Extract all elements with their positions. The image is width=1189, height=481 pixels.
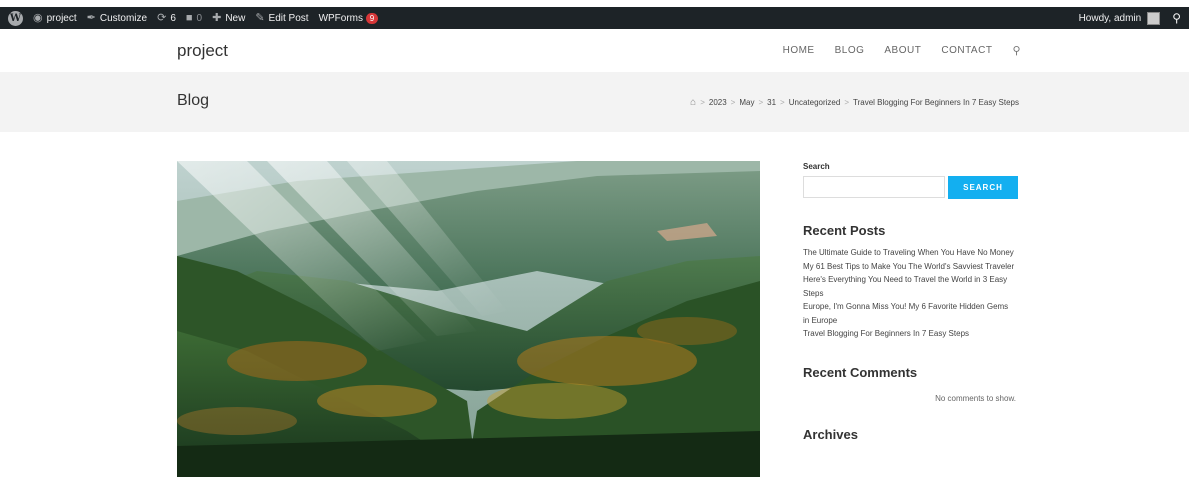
new-label: New: [225, 12, 246, 24]
breadcrumb-day[interactable]: 31: [767, 98, 776, 107]
sidebar: Search SEARCH Recent Posts The Ultimate …: [803, 160, 1018, 442]
comments-count: 0: [196, 12, 203, 24]
nav-item-home[interactable]: HOME: [783, 45, 815, 56]
search-button[interactable]: SEARCH: [948, 176, 1018, 199]
no-comments-message: No comments to show.: [935, 393, 1016, 403]
pencil-icon: ✎: [255, 11, 265, 24]
recent-post-link[interactable]: My 61 Best Tips to Make You The World's …: [803, 260, 1015, 274]
customize-label: Customize: [99, 12, 148, 24]
updates-icon: ⟳: [157, 11, 167, 24]
new-content-menu[interactable]: ✚ New: [212, 11, 246, 24]
wpforms-notification-badge: 9: [366, 12, 379, 24]
breadcrumb-current: Travel Blogging For Beginners In 7 Easy …: [852, 98, 1019, 107]
page-title: Blog: [177, 92, 210, 109]
home-icon[interactable]: ⌂: [690, 97, 696, 108]
comment-icon: ■: [185, 11, 193, 24]
avatar: [1147, 11, 1161, 25]
search-widget-label: Search: [803, 162, 830, 171]
recent-post-link[interactable]: Here's Everything You Need to Travel the…: [803, 273, 1015, 300]
recent-post-link[interactable]: The Ultimate Guide to Traveling When You…: [803, 246, 1015, 260]
updates-count: 6: [170, 12, 176, 24]
wp-logo-menu[interactable]: W: [8, 10, 23, 26]
breadcrumb-separator: >: [700, 98, 705, 107]
breadcrumb-separator: >: [758, 98, 764, 107]
site-name-label: project: [46, 12, 77, 24]
admin-bar: W ◉ project ✒ Customize ⟳ 6 ■ 0 ✚ New ✎ …: [0, 7, 1189, 29]
nav-item-blog[interactable]: BLOG: [835, 45, 865, 56]
breadcrumb-year[interactable]: 2023: [709, 98, 727, 107]
wpforms-label: WPForms: [318, 12, 364, 24]
archives-title: Archives: [803, 426, 858, 442]
search-input[interactable]: [803, 176, 945, 198]
dashboard-icon: ◉: [33, 11, 43, 24]
plus-icon: ✚: [212, 11, 222, 24]
howdy-label: Howdy, admin: [1078, 12, 1142, 24]
site-title[interactable]: project: [177, 41, 228, 61]
search-icon[interactable]: ⚲: [1172, 11, 1181, 25]
brush-icon: ✒: [86, 11, 96, 24]
wordpress-logo-icon: W: [8, 10, 23, 26]
nav-search-icon[interactable]: ⚲: [1012, 44, 1021, 57]
breadcrumb-category[interactable]: Uncategorized: [789, 98, 841, 107]
recent-comments-title: Recent Comments: [803, 364, 918, 380]
featured-image[interactable]: [177, 161, 760, 477]
site-name-menu[interactable]: ◉ project: [33, 11, 77, 24]
edit-post-link[interactable]: ✎ Edit Post: [255, 11, 309, 24]
wpforms-menu[interactable]: WPForms 9: [318, 12, 379, 24]
customize-link[interactable]: ✒ Customize: [86, 11, 148, 24]
breadcrumb-separator: >: [780, 98, 785, 107]
recent-post-link[interactable]: Travel Blogging For Beginners In 7 Easy …: [803, 327, 1015, 341]
edit-post-label: Edit Post: [268, 12, 309, 24]
breadcrumb-separator: >: [730, 98, 736, 107]
recent-posts-list: The Ultimate Guide to Traveling When You…: [803, 246, 1018, 341]
comments-link[interactable]: ■ 0: [185, 11, 203, 24]
breadcrumb-separator: >: [844, 98, 849, 107]
account-menu[interactable]: Howdy, admin: [1078, 11, 1161, 25]
recent-post-link[interactable]: Europe, I'm Gonna Miss You! My 6 Favorit…: [803, 300, 1015, 327]
mountain-landscape-image: [177, 161, 760, 477]
recent-posts-title: Recent Posts: [803, 223, 886, 238]
breadcrumb-month[interactable]: May: [739, 98, 754, 107]
search-widget: SEARCH: [803, 176, 1018, 199]
nav-item-contact[interactable]: CONTACT: [941, 45, 992, 56]
breadcrumb: ⌂ > 2023 > May > 31 > Uncategorized > Tr…: [690, 97, 1019, 108]
nav-item-about[interactable]: ABOUT: [884, 45, 921, 56]
main-nav: HOME BLOG ABOUT CONTACT ⚲: [763, 44, 1021, 57]
updates-link[interactable]: ⟳ 6: [157, 11, 176, 24]
